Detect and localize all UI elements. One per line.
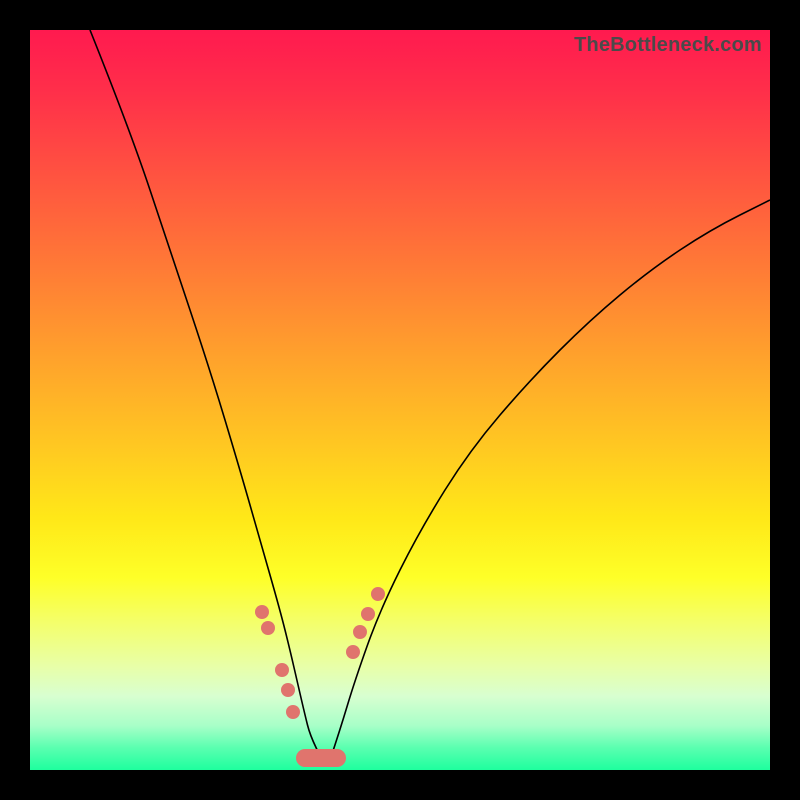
data-point-marker (286, 705, 300, 719)
data-point-marker (353, 625, 367, 639)
data-point-marker (281, 683, 295, 697)
plot-area: TheBottleneck.com (30, 30, 770, 770)
marker-bottom-tube (296, 749, 346, 767)
watermark-label: TheBottleneck.com (574, 34, 762, 57)
curves-svg (30, 30, 770, 770)
data-point-marker (361, 607, 375, 621)
data-point-marker (255, 605, 269, 619)
data-point-marker (346, 645, 360, 659)
data-point-marker (371, 587, 385, 601)
right-curve (330, 200, 770, 760)
data-point-marker (261, 621, 275, 635)
chart-frame: TheBottleneck.com (0, 0, 800, 800)
data-point-marker (275, 663, 289, 677)
left-curve (90, 30, 322, 760)
